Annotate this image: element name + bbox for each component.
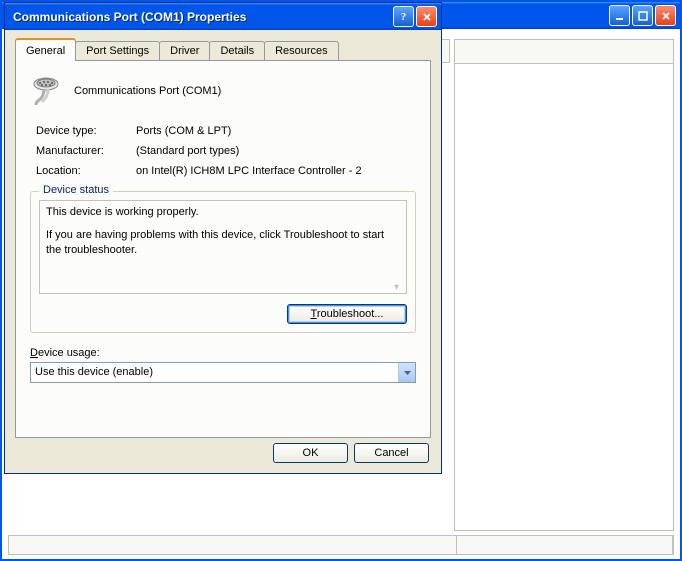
tab-port-settings[interactable]: Port Settings — [75, 41, 160, 60]
tab-strip: General Port Settings Driver Details Res… — [15, 38, 431, 60]
properties-dialog: Communications Port (COM1) Properties ? … — [4, 2, 442, 474]
manufacturer-label: Manufacturer: — [36, 145, 136, 157]
parent-right-pane — [454, 39, 674, 531]
manufacturer-value: (Standard port types) — [136, 145, 416, 157]
device-type-label: Device type: — [36, 125, 136, 137]
parent-statusbar — [8, 535, 674, 555]
tab-general[interactable]: General — [15, 38, 76, 61]
dialog-body: General Port Settings Driver Details Res… — [5, 30, 441, 473]
close-button[interactable] — [655, 5, 676, 26]
chevron-down-icon[interactable] — [398, 363, 415, 382]
parent-right-pane-header — [455, 40, 673, 64]
troubleshoot-button[interactable]: Troubleshoot... — [287, 304, 407, 324]
device-status-group: Device status This device is working pro… — [30, 191, 416, 333]
device-name: Communications Port (COM1) — [74, 85, 221, 97]
troubleshoot-label-rest: roubleshoot... — [317, 308, 384, 320]
tab-panel-general: Communications Port (COM1) Device type: … — [15, 60, 431, 438]
device-usage-combobox[interactable]: Use this device (enable) — [30, 362, 416, 383]
help-button[interactable]: ? — [393, 6, 414, 27]
location-label: Location: — [36, 165, 136, 177]
com-port-icon — [30, 75, 62, 107]
device-type-value: Ports (COM & LPT) — [136, 125, 416, 137]
dialog-title: Communications Port (COM1) Properties — [13, 10, 391, 24]
tab-details[interactable]: Details — [209, 41, 265, 60]
scroll-indicator: ▾ — [394, 281, 404, 291]
device-properties: Device type: Ports (COM & LPT) Manufactu… — [36, 125, 416, 177]
device-status-text: This device is working properly. If you … — [39, 200, 407, 294]
dialog-titlebar[interactable]: Communications Port (COM1) Properties ? — [5, 3, 441, 30]
dialog-button-row: OK Cancel — [273, 443, 429, 463]
device-usage-label: Device usage: — [30, 347, 416, 359]
tab-resources[interactable]: Resources — [264, 41, 339, 60]
minimize-button[interactable] — [609, 5, 630, 26]
device-status-legend: Device status — [39, 184, 113, 196]
status-line1: This device is working properly. — [46, 205, 400, 220]
cancel-button[interactable]: Cancel — [354, 443, 429, 463]
ok-button[interactable]: OK — [273, 443, 348, 463]
location-value: on Intel(R) ICH8M LPC Interface Controll… — [136, 165, 416, 177]
tab-driver[interactable]: Driver — [159, 41, 210, 60]
status-line2: If you are having problems with this dev… — [46, 228, 400, 258]
device-usage-value: Use this device (enable) — [31, 363, 398, 382]
close-dialog-button[interactable] — [416, 6, 437, 27]
maximize-button[interactable] — [632, 5, 653, 26]
